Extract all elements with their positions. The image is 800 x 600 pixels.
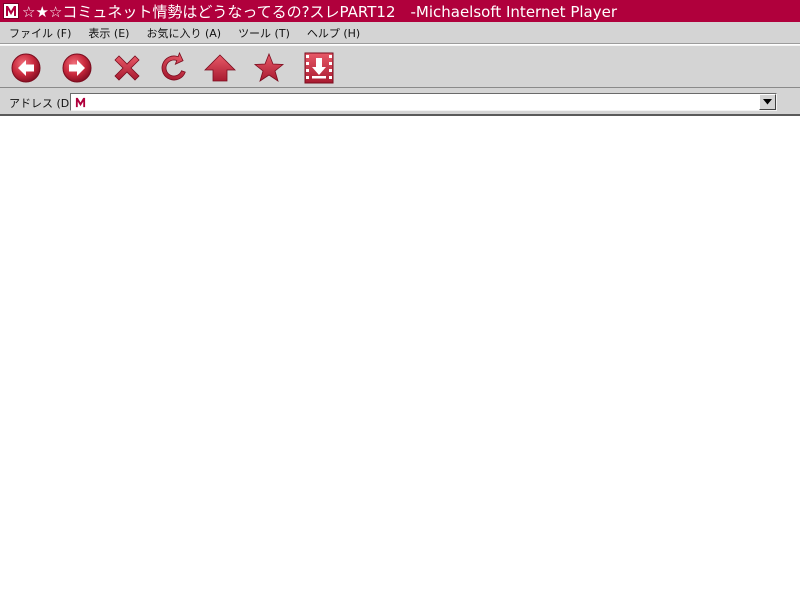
stop-x-icon: [114, 55, 140, 81]
address-dropdown-button[interactable]: [759, 94, 776, 110]
page-m-logo-icon: [73, 95, 87, 109]
home-arrow-icon: [204, 54, 236, 82]
refresh-button[interactable]: [157, 51, 191, 85]
menu-help[interactable]: ヘルプ (H): [298, 25, 368, 41]
forward-button[interactable]: [60, 51, 94, 85]
download-icon: [304, 52, 334, 84]
toolbar: [0, 45, 800, 88]
menu-view[interactable]: 表示 (E): [79, 25, 137, 41]
address-bar: アドレス (D): [0, 88, 800, 116]
home-button[interactable]: [203, 51, 237, 85]
menu-favorites[interactable]: お気に入り (A): [137, 25, 229, 41]
menu-bar: ファイル (F) 表示 (E) お気に入り (A) ツール (T) ヘルプ (H…: [0, 22, 800, 44]
back-arrow-icon: [11, 53, 41, 83]
title-bar: ☆★☆コミュネット情勢はどうなってるの?スレPART12 -Michaelsof…: [0, 0, 800, 22]
stop-button[interactable]: [110, 51, 144, 85]
menu-file[interactable]: ファイル (F): [0, 25, 79, 41]
address-label: アドレス (D): [9, 97, 74, 110]
page-content[interactable]: [0, 116, 800, 600]
refresh-icon: [161, 52, 186, 81]
star-icon: [253, 52, 285, 82]
download-button[interactable]: [302, 51, 336, 85]
menu-tools[interactable]: ツール (T): [229, 25, 298, 41]
forward-arrow-icon: [62, 53, 92, 83]
window-title: ☆★☆コミュネット情勢はどうなってるの?スレPART12 -Michaelsof…: [22, 2, 618, 21]
m-logo-icon: [3, 3, 19, 19]
address-input[interactable]: [89, 94, 754, 110]
back-button[interactable]: [9, 51, 43, 85]
address-field[interactable]: [70, 93, 777, 111]
chevron-down-icon: [763, 99, 772, 105]
favorites-button[interactable]: [252, 51, 286, 85]
